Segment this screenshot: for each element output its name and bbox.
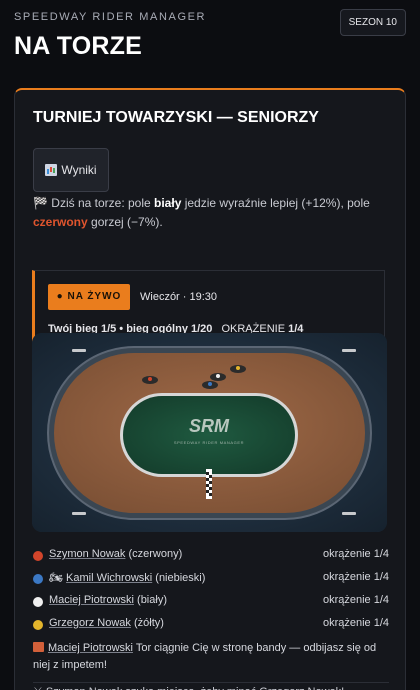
rider-name: Szymon Nowak (czerwony) <box>49 548 182 560</box>
event-message-2: ⚔ Szymon Nowak szuka miejsca, żeby minąć… <box>33 682 389 690</box>
tournament-title: TURNIEJ TOWARZYSKI — SENIORZY <box>33 109 319 126</box>
rider-lap: okrążenie 1/4 <box>322 594 389 606</box>
track-note-middle: jedzie wyraźnie lepiej (+12%), pole <box>181 196 370 210</box>
tournament-card: TURNIEJ TOWARZYSKI — SENIORZY Wyniki 🏁 D… <box>14 88 406 690</box>
rider-link[interactable]: Maciej Piotrowski <box>49 594 134 606</box>
rider-name: Maciej Piotrowski (biały) <box>49 594 167 606</box>
rider-row: Grzegorz Nowak (żółty) okrążenie 1/4 <box>33 615 389 638</box>
event-rider[interactable]: Maciej Piotrowski <box>48 642 133 654</box>
good-gate: biały <box>154 196 182 210</box>
wall-icon <box>33 642 44 652</box>
rider-row: 🏍 Kamil Wichrowski (niebieski) okrążenie … <box>33 569 389 592</box>
results-button-label: Wyniki <box>61 163 97 177</box>
rider-lap: okrążenie 1/4 <box>322 571 389 583</box>
rider-color-dot <box>33 597 43 607</box>
track-note-prefix: Dziś na torze: pole <box>51 196 155 210</box>
rider-color-dot <box>33 620 43 630</box>
rider-link[interactable]: Kamil Wichrowski <box>66 572 152 584</box>
rider-lap: okrążenie 1/4 <box>322 617 389 629</box>
app-header: SPEEDWAY RIDER MANAGER NA TORZE SEZON 10 <box>0 0 420 80</box>
app-name: SPEEDWAY RIDER MANAGER <box>14 11 207 23</box>
track-logo: SRM <box>189 416 230 436</box>
rider-color-label: (niebieski) <box>155 572 206 584</box>
live-time: Wieczór · 19:30 <box>140 291 218 303</box>
track-svg: SRM SPEEDWAY RIDER MANAGER <box>32 333 387 532</box>
track-view: SRM SPEEDWAY RIDER MANAGER <box>32 333 387 532</box>
rider-color-label: (czerwony) <box>128 548 183 560</box>
rider-link[interactable]: Szymon Nowak <box>49 548 125 560</box>
rider-color-dot <box>33 574 43 584</box>
track-note-suffix: gorzej (−7%). <box>87 215 163 229</box>
bad-gate: czerwony <box>33 215 88 229</box>
rider-row: Szymon Nowak (czerwony) okrążenie 1/4 <box>33 546 389 569</box>
rider-lap: okrążenie 1/4 <box>322 548 389 560</box>
track-conditions-note: 🏁 Dziś na torze: pole biały jedzie wyraź… <box>33 194 389 232</box>
track-logo-sub: SPEEDWAY RIDER MANAGER <box>174 440 244 445</box>
results-button[interactable]: Wyniki <box>33 148 109 192</box>
event-message: Maciej Piotrowski Tor ciągnie Cię w stro… <box>33 640 389 674</box>
rider-color-dot <box>33 551 43 561</box>
start-line <box>206 469 212 499</box>
rider-row: Maciej Piotrowski (biały) okrążenie 1/4 <box>33 592 389 615</box>
rider-color-label: (biały) <box>137 594 167 606</box>
page-title: NA TORZE <box>14 32 142 60</box>
rider-list: Szymon Nowak (czerwony) okrążenie 1/4 🏍 Ka… <box>33 546 389 638</box>
rider-name: Grzegorz Nowak (żółty) <box>49 617 164 629</box>
flag-icon: 🏁 <box>33 196 48 210</box>
rider-name: 🏍 Kamil Wichrowski (niebieski) <box>49 571 205 584</box>
rider-link[interactable]: Grzegorz Nowak <box>49 617 131 629</box>
rider-color-label: (żółty) <box>133 617 164 629</box>
motorbike-icon: 🏍 <box>49 572 67 584</box>
bar-chart-icon <box>45 164 58 176</box>
live-badge: ● NA ŻYWO <box>48 284 130 310</box>
season-button[interactable]: SEZON 10 <box>339 9 406 36</box>
